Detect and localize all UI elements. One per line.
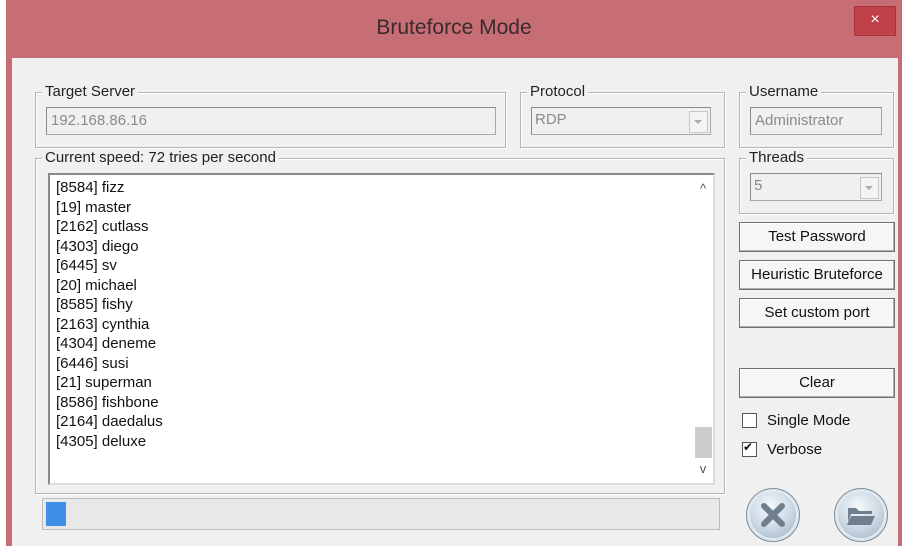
protocol-value: RDP <box>535 111 567 128</box>
scroll-down-arrow-icon[interactable]: v <box>693 461 713 477</box>
single-mode-label: Single Mode <box>767 412 851 429</box>
progress-fill <box>46 502 66 526</box>
open-folder-icon <box>847 508 875 525</box>
bruteforce-window: Bruteforce Mode × Target Server 192.168.… <box>6 0 902 546</box>
verbose-option[interactable]: Verbose <box>742 440 823 458</box>
list-item: [2162] cutlass <box>56 218 149 235</box>
list-item: [21] superman <box>56 374 152 391</box>
protocol-group: Protocol RDP <box>520 83 725 148</box>
protocol-select[interactable]: RDP <box>531 107 711 135</box>
test-password-button[interactable]: Test Password <box>739 222 895 252</box>
stop-x-icon <box>761 503 785 527</box>
username-label: Username <box>746 83 822 101</box>
progress-bar <box>42 498 720 530</box>
window-title: Bruteforce Mode <box>376 16 532 39</box>
threads-group: Threads 5 <box>739 149 894 214</box>
open-button[interactable] <box>834 488 888 542</box>
list-item: [2164] daedalus <box>56 413 163 430</box>
list-item: [4304] deneme <box>56 335 157 352</box>
list-item: [8586] fishbone <box>56 393 159 411</box>
log-scrollbar[interactable]: ^ v <box>693 175 713 483</box>
verbose-label: Verbose <box>767 441 823 458</box>
target-server-field[interactable]: 192.168.86.16 <box>46 107 496 135</box>
clear-button[interactable]: Clear <box>739 368 895 398</box>
single-mode-checkbox[interactable] <box>742 413 757 428</box>
log-group: Current speed: 72 tries per second [8584… <box>35 149 725 494</box>
list-item: [4303] diego <box>56 237 139 255</box>
title-bar[interactable]: Bruteforce Mode × <box>6 0 902 58</box>
threads-value: 5 <box>754 177 763 194</box>
target-server-label: Target Server <box>42 83 139 101</box>
close-button[interactable]: × <box>854 6 896 36</box>
client-area: Target Server 192.168.86.16 Protocol RDP… <box>12 58 898 546</box>
scroll-up-arrow-icon[interactable]: ^ <box>693 181 713 197</box>
list-item: [6445] sv <box>56 257 117 274</box>
chevron-down-icon[interactable] <box>689 111 708 133</box>
heuristic-bruteforce-button[interactable]: Heuristic Bruteforce <box>739 260 895 290</box>
username-field[interactable]: Administrator <box>750 107 882 135</box>
list-item: [4305] deluxe <box>56 432 147 450</box>
target-server-group: Target Server 192.168.86.16 <box>35 83 506 148</box>
single-mode-option[interactable]: Single Mode <box>742 412 850 429</box>
attempt-log-list[interactable]: [8584] fizz [19] master [2162] cutlass [… <box>48 173 715 485</box>
verbose-checkbox[interactable] <box>742 440 757 457</box>
set-custom-port-button[interactable]: Set custom port <box>739 298 895 328</box>
scroll-thumb[interactable] <box>695 427 712 458</box>
threads-select[interactable]: 5 <box>750 173 882 201</box>
list-item: [19] master <box>56 198 132 216</box>
username-group: Username Administrator <box>739 83 894 148</box>
current-speed-label: Current speed: 72 tries per second <box>42 149 279 167</box>
list-item: [6446] susi <box>56 354 129 372</box>
list-item: [2163] cynthia <box>56 315 150 333</box>
stop-button[interactable] <box>746 488 800 542</box>
chevron-down-icon[interactable] <box>860 177 879 199</box>
threads-label: Threads <box>746 149 808 167</box>
list-item: [20] michael <box>56 276 137 294</box>
list-item: [8585] fishy <box>56 296 133 313</box>
list-item: [8584] fizz <box>56 179 125 196</box>
protocol-label: Protocol <box>527 83 589 101</box>
log-entries: [8584] fizz [19] master [2162] cutlass [… <box>50 175 713 451</box>
